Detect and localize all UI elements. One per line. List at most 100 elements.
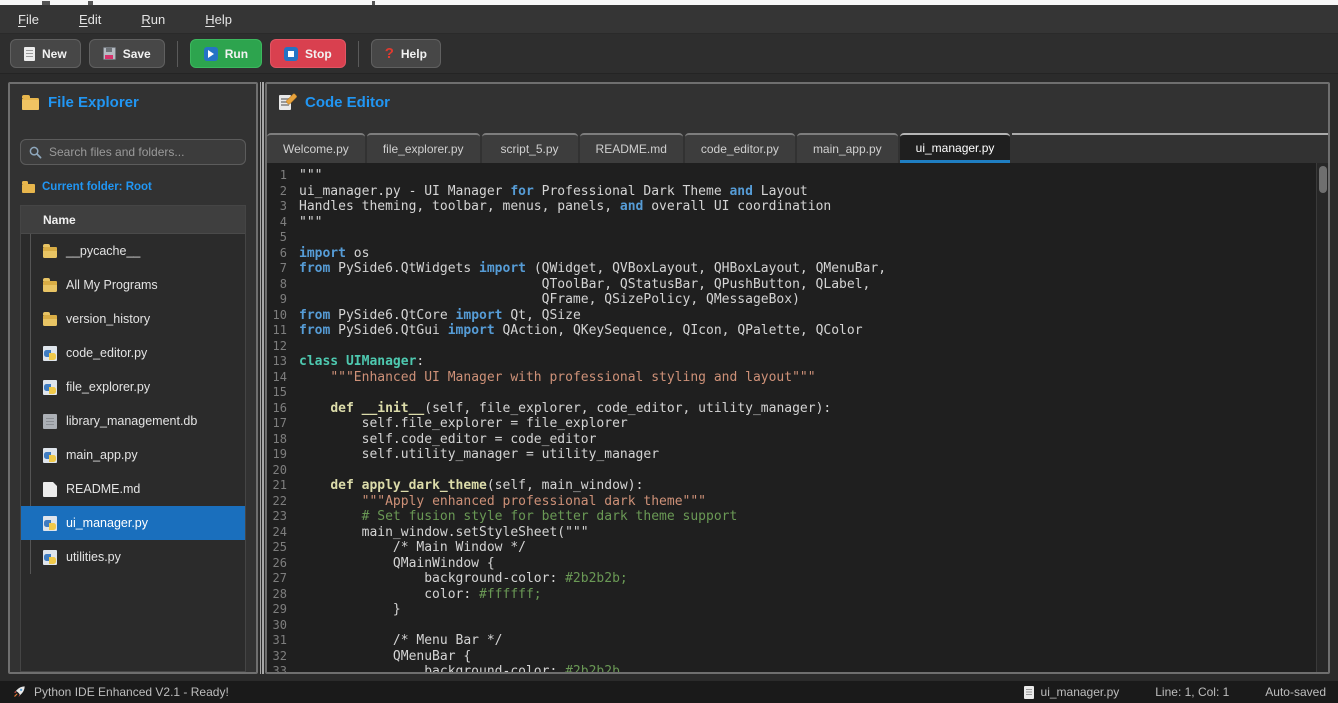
file-name: version_history [66, 312, 150, 326]
file-row[interactable]: ui_manager.py [21, 506, 245, 540]
question-mark-icon: ? [385, 46, 394, 61]
file-row[interactable]: utilities.py [21, 540, 245, 574]
code-line: 19 self.utility_manager = utility_manage… [267, 447, 1328, 463]
editor-tab-script_5.py[interactable]: script_5.py [482, 133, 578, 163]
code-text: ui_manager.py - UI Manager for Professio… [299, 184, 808, 200]
code-text: class UIManager: [299, 354, 424, 370]
file-type-icon [43, 380, 57, 395]
code-text: from PySide6.QtGui import QAction, QKeyS… [299, 323, 863, 339]
code-line: 29 } [267, 602, 1328, 618]
editor-tab-code_editor.py[interactable]: code_editor.py [685, 133, 795, 163]
current-folder-label: Current folder: Root [42, 181, 152, 193]
code-line: 25 /* Main Window */ [267, 540, 1328, 556]
code-text: QMainWindow { [299, 556, 495, 572]
file-row[interactable]: All My Programs [21, 268, 245, 302]
file-row[interactable]: README.md [21, 472, 245, 506]
code-view[interactable]: 1 """ 2 ui_manager.py - UI Manager for P… [267, 163, 1328, 672]
file-row[interactable]: code_editor.py [21, 336, 245, 370]
statusbar-right-group: ui_manager.py Line: 1, Col: 1 Auto-saved [1024, 685, 1326, 699]
code-line: 1 """ [267, 168, 1328, 184]
file-name: main_app.py [66, 448, 138, 462]
editor-tab-Welcome.py[interactable]: Welcome.py [267, 133, 365, 163]
code-line: 4 """ [267, 215, 1328, 231]
statusbar-file: ui_manager.py [1024, 685, 1120, 699]
folder-icon [22, 184, 35, 193]
menu-item-file[interactable]: File [18, 12, 39, 27]
document-icon [1024, 686, 1034, 699]
code-text: background-color: #2b2b2b [299, 664, 620, 672]
folder-icon [22, 98, 39, 110]
code-line: 5 [267, 230, 1328, 246]
editor-tab-README.md[interactable]: README.md [580, 133, 683, 163]
file-table-header[interactable]: Name [21, 206, 245, 234]
file-name: All My Programs [66, 278, 158, 292]
editor-tab-main_app.py[interactable]: main_app.py [797, 133, 898, 163]
line-number: 21 [267, 478, 299, 494]
editor-tab-file_explorer.py[interactable]: file_explorer.py [367, 133, 480, 163]
code-text: background-color: #2b2b2b; [299, 571, 628, 587]
code-line: 31 /* Menu Bar */ [267, 633, 1328, 649]
file-row[interactable]: main_app.py [21, 438, 245, 472]
editor-scrollbar[interactable] [1316, 163, 1328, 672]
toolbar-button-label: Save [123, 47, 151, 61]
file-row[interactable]: file_explorer.py [21, 370, 245, 404]
file-type-icon [43, 516, 57, 531]
code-line: 26 QMainWindow { [267, 556, 1328, 572]
line-number: 16 [267, 401, 299, 417]
line-number: 14 [267, 370, 299, 386]
file-type-icon [43, 550, 57, 565]
code-text: def apply_dark_theme(self, main_window): [299, 478, 643, 494]
code-line: 6 import os [267, 246, 1328, 262]
file-type-icon [43, 315, 57, 326]
line-number: 4 [267, 215, 299, 231]
help-button[interactable]: ? Help [371, 39, 441, 68]
code-line: 3 Handles theming, toolbar, menus, panel… [267, 199, 1328, 215]
code-line: 30 [267, 618, 1328, 634]
line-number: 15 [267, 385, 299, 401]
line-number: 25 [267, 540, 299, 556]
toolbar-button-label: Help [401, 47, 427, 61]
save-button[interactable]: Save [89, 39, 165, 68]
editor-tab-ui_manager.py[interactable]: ui_manager.py [900, 133, 1011, 163]
code-line: 9 QFrame, QSizePolicy, QMessageBox) [267, 292, 1328, 308]
code-text: """ [299, 215, 322, 231]
file-list: __pycache__ All My Programs version_hist… [21, 234, 245, 574]
menubar: File Edit Run Help [0, 5, 1338, 34]
statusbar: Python IDE Enhanced V2.1 - Ready! ui_man… [0, 681, 1338, 703]
code-line: 10 from PySide6.QtCore import Qt, QSize [267, 308, 1328, 324]
file-name: file_explorer.py [66, 380, 150, 394]
file-row[interactable]: version_history [21, 302, 245, 336]
file-row[interactable]: library_management.db [21, 404, 245, 438]
code-line: 18 self.code_editor = code_editor [267, 432, 1328, 448]
line-number: 23 [267, 509, 299, 525]
code-line: 17 self.file_explorer = file_explorer [267, 416, 1328, 432]
statusbar-cursor-position: Line: 1, Col: 1 [1155, 685, 1229, 699]
editor-area[interactable]: 1 """ 2 ui_manager.py - UI Manager for P… [267, 163, 1328, 672]
line-number: 26 [267, 556, 299, 572]
line-number: 30 [267, 618, 299, 634]
search-input[interactable] [49, 145, 237, 159]
code-text: QFrame, QSizePolicy, QMessageBox) [299, 292, 800, 308]
code-text: self.utility_manager = utility_manager [299, 447, 659, 463]
stop-button[interactable]: Stop [270, 39, 346, 68]
line-number: 2 [267, 184, 299, 200]
code-line: 15 [267, 385, 1328, 401]
code-text: """Apply enhanced professional dark them… [299, 494, 706, 510]
code-text: def __init__(self, file_explorer, code_e… [299, 401, 831, 417]
line-number: 1 [267, 168, 299, 184]
menu-item-run[interactable]: Run [141, 12, 165, 27]
file-row[interactable]: __pycache__ [21, 234, 245, 268]
run-button[interactable]: Run [190, 39, 262, 68]
menu-item-edit[interactable]: Edit [79, 12, 101, 27]
file-type-icon [43, 346, 57, 361]
line-number: 24 [267, 525, 299, 541]
file-name: code_editor.py [66, 346, 147, 360]
scrollbar-thumb[interactable] [1319, 166, 1327, 193]
new-button[interactable]: New [10, 39, 81, 68]
code-line: 11 from PySide6.QtGui import QAction, QK… [267, 323, 1328, 339]
panel-splitter[interactable] [258, 82, 265, 674]
menu-item-help[interactable]: Help [205, 12, 232, 27]
code-line: 24 main_window.setStyleSheet(""" [267, 525, 1328, 541]
file-explorer-header: File Explorer [10, 84, 256, 117]
toolbar-separator [358, 41, 359, 67]
